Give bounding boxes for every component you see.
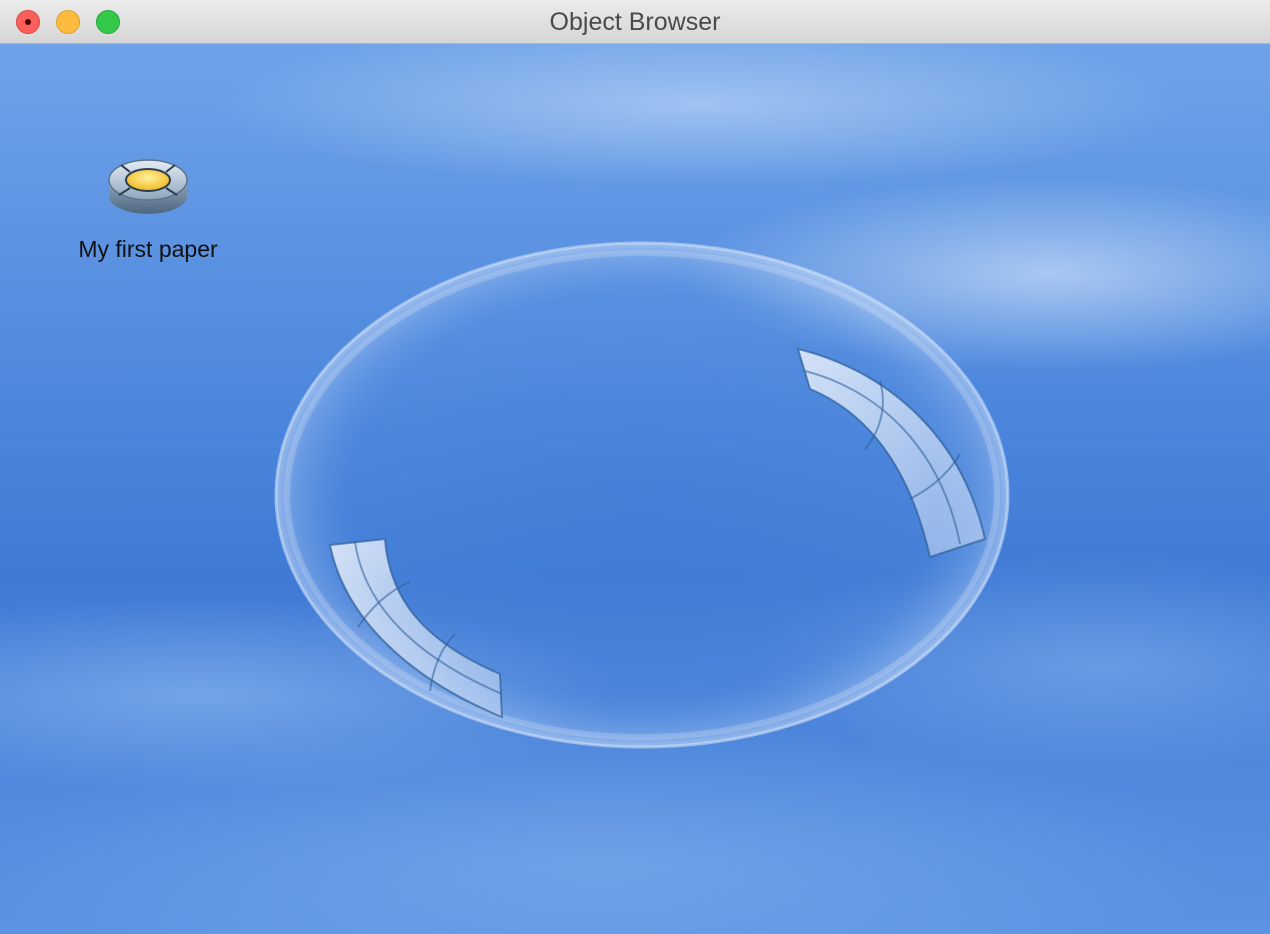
sky-background: My first paper <box>0 44 1270 934</box>
desktop-item-my-first-paper[interactable]: My first paper <box>58 150 238 263</box>
bubble-graphic <box>274 241 1010 749</box>
desktop-item-label: My first paper <box>78 236 218 262</box>
object-browser-window: Object Browser My first paper <box>0 0 1270 934</box>
title-bar[interactable]: Object Browser <box>0 0 1270 44</box>
window-title: Object Browser <box>549 8 721 36</box>
paper-disc-icon <box>108 159 188 214</box>
